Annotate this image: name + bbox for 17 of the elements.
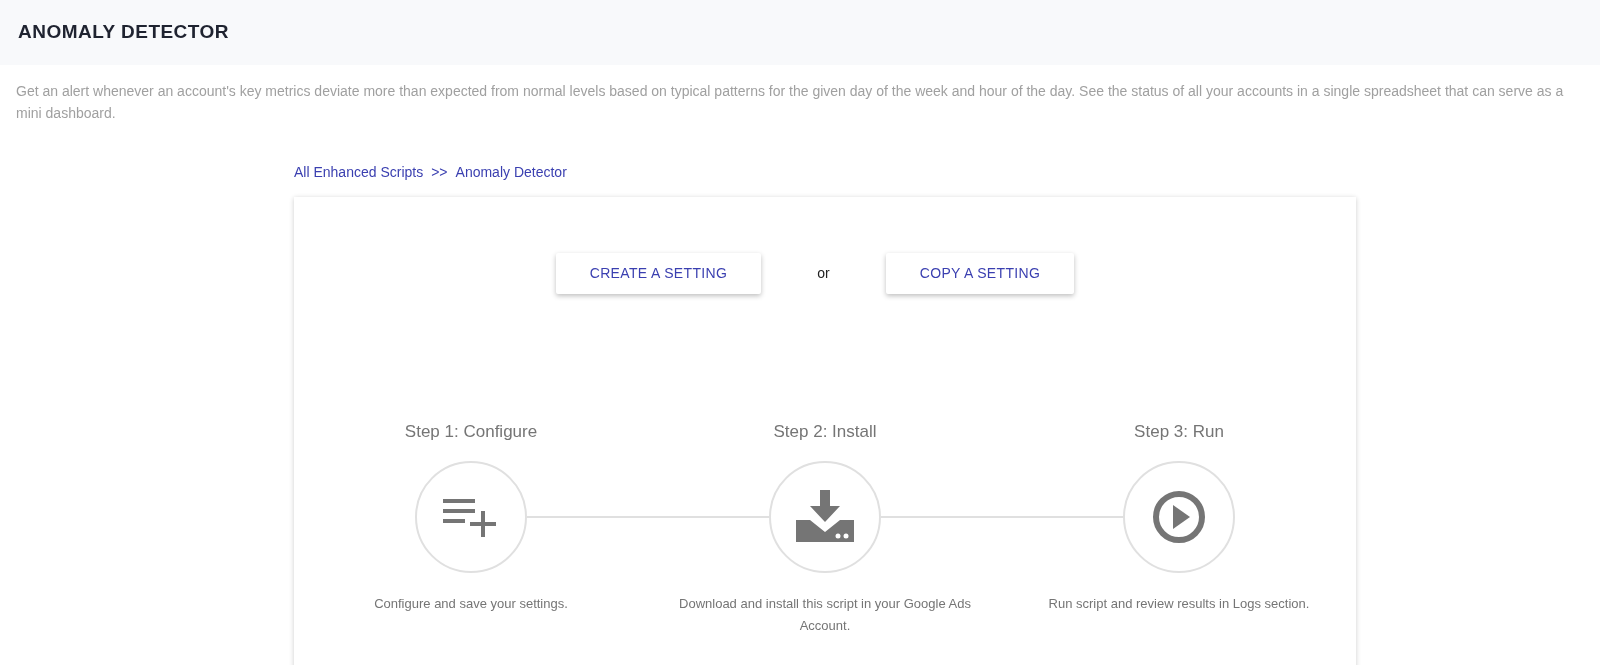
or-text: or [817, 264, 830, 283]
setting-button[interactable]: COPY A SETTING [885, 253, 1075, 294]
breadcrumb-link[interactable]: All Enhanced Scripts [294, 162, 424, 183]
step-description: Configure and save your settings. [373, 595, 569, 613]
step-title: Step 3: Run [1134, 421, 1224, 443]
page-title: ANOMALY DETECTOR [18, 20, 229, 45]
breadcrumb-separator: >> [431, 163, 448, 182]
play-circle-icon [1152, 490, 1206, 544]
breadcrumb-link[interactable]: Anomaly Detector [455, 162, 567, 183]
step-title: Step 2: Install [773, 421, 877, 443]
playlist-add-icon [443, 497, 499, 537]
step-title: Step 1: Configure [404, 421, 538, 443]
download-icon [796, 490, 854, 544]
setting-button[interactable]: CREATE A SETTING [555, 253, 762, 294]
step-description: Download and install this script in your Google Ads Account. [678, 595, 972, 635]
step-description: Run script and review results in Logs section. [1047, 595, 1311, 613]
description-text: Get an alert whenever an account's key metrics deviate more than expected from normal levels based on typical patterns for the given day of the week and hour of the day. See the status of all your accounts in a single spreadsheet that can serve as a mini dashboard. [15, 82, 1565, 123]
